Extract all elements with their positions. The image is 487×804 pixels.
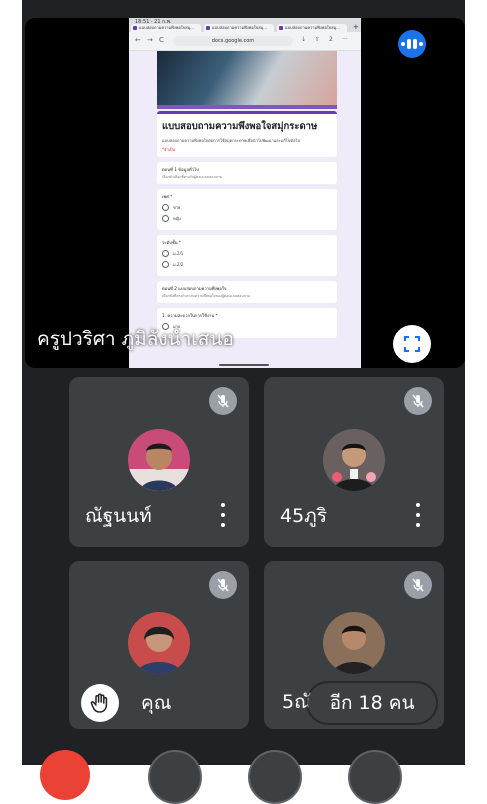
- url-bar: docs.google.com: [173, 36, 293, 46]
- section-card: ตอนที่ 2 แบบสอบถามความพึงพอใจ เลือกข้อที…: [157, 281, 337, 303]
- more-vert-icon[interactable]: [219, 503, 227, 527]
- more-participants-button[interactable]: อีก 18 คน: [308, 683, 436, 723]
- meet-dots-icon[interactable]: [398, 30, 426, 58]
- section-title: ตอนที่ 2 แบบสอบถามความพึงพอใจ: [162, 286, 227, 291]
- presenter-tile[interactable]: 18:51 · 21 ก.พ. แบบสอบถามความพึงพอใจสมุ.…: [25, 18, 465, 368]
- home-indicator: [219, 364, 269, 366]
- radio-icon: [162, 215, 169, 222]
- option-label: ชาย: [173, 205, 181, 210]
- section-card: ตอนที่ 1 ข้อมูลทั่วไป เลือกตัวเลือกที่ตร…: [157, 162, 337, 184]
- mic-off-icon: [404, 387, 432, 415]
- reload-icon: C: [159, 36, 164, 44]
- radio-option: ชาย: [162, 204, 332, 211]
- call-control-button[interactable]: [248, 750, 302, 804]
- required-note: *จำเป็น: [162, 147, 176, 152]
- participant-name: ณัฐนนท์: [85, 505, 152, 527]
- participant-name: 45ภูริ: [280, 505, 327, 527]
- radio-option: หญิง: [162, 215, 332, 222]
- new-tab-icon: +: [353, 23, 359, 31]
- participant-name: คุณ: [141, 692, 172, 714]
- radio-icon: [162, 250, 169, 257]
- download-icon: ↓: [301, 36, 307, 43]
- radio-option: ม.2/1: [162, 250, 332, 257]
- participant-photo-icon: [323, 612, 385, 674]
- raise-hand-icon: [81, 684, 119, 722]
- form-title-card: แบบสอบถามความพึงพอใจสมุ่กระดาษ แบบสอบถาม…: [157, 111, 337, 157]
- browser-tab: แบบสอบถามความพึงพอใจสมุ...: [204, 24, 274, 32]
- section-description: เลือกตัวเลือกที่ตรงกับผู้ตอบแบบสอบถาม: [162, 175, 223, 179]
- more-icon: ···: [342, 36, 348, 43]
- presenter-name: ครูปวริศา ภูมิลังนำเสนอ: [37, 328, 234, 350]
- question-card: เพศ * ชาย หญิง: [157, 189, 337, 230]
- browser-tab: แบบสอบถามความพึงพอใจสมุ...: [277, 24, 347, 32]
- form-title: แบบสอบถามความพึงพอใจสมุ่กระดาษ: [162, 121, 318, 132]
- mic-off-icon: [209, 571, 237, 599]
- option-label: หญิง: [173, 216, 181, 221]
- end-call-button[interactable]: [40, 750, 90, 800]
- question-label: ระดับชั้น *: [162, 240, 182, 245]
- radio-icon: [162, 204, 169, 211]
- participant-tile[interactable]: คุณ: [69, 561, 249, 729]
- question-label: เพศ *: [162, 194, 173, 199]
- mic-off-icon: [209, 387, 237, 415]
- participant-tile[interactable]: ณัฐนนท์: [69, 377, 249, 547]
- browser-tab-strip: 18:51 · 21 ก.พ. แบบสอบถามความพึงพอใจสมุ.…: [129, 18, 361, 32]
- participant-tile[interactable]: 45ภูริ: [264, 377, 444, 547]
- question-card: ระดับชั้น * ม.2/1 ม.2/2: [157, 235, 337, 276]
- shared-screen: 18:51 · 21 ก.พ. แบบสอบถามความพึงพอใจสมุ.…: [129, 18, 361, 368]
- mic-off-icon: [404, 571, 432, 599]
- form-description: แบบสอบถามความพึงพอใจต่อการใช้สมุดกระดาษเ…: [162, 138, 301, 143]
- browser-toolbar: ← → C docs.google.com ↓ ⇧ 2 ···: [129, 32, 361, 51]
- tab-count-icon: 2: [329, 36, 333, 43]
- radio-icon: [162, 261, 169, 268]
- call-control-button[interactable]: [148, 750, 202, 804]
- option-label: ม.2/1: [173, 251, 184, 256]
- question-label: 1. ความสะดวกในการใช้งาน *: [162, 313, 218, 318]
- google-form: แบบสอบถามความพึงพอใจสมุ่กระดาษ แบบสอบถาม…: [157, 111, 337, 343]
- option-label: ม.2/2: [173, 262, 184, 267]
- share-icon: ⇧: [315, 36, 321, 43]
- forward-icon: →: [147, 36, 153, 44]
- browser-tab: แบบสอบถามความพึงพอใจสมุ...: [131, 24, 201, 32]
- radio-option: ม.2/2: [162, 261, 332, 268]
- section-title: ตอนที่ 1 ข้อมูลทั่วไป: [162, 167, 199, 172]
- fullscreen-icon[interactable]: [393, 325, 431, 363]
- participant-photo-icon: [323, 429, 385, 491]
- participant-photo-icon: [128, 612, 190, 674]
- form-header-image: [157, 51, 337, 109]
- participant-photo-icon: [128, 429, 190, 491]
- call-control-button[interactable]: [348, 750, 402, 804]
- more-vert-icon[interactable]: [414, 503, 422, 527]
- back-icon: ←: [135, 36, 141, 44]
- section-description: เลือกข้อที่ตรงกับระดับความพึงพอใจของผู้ต…: [162, 294, 250, 298]
